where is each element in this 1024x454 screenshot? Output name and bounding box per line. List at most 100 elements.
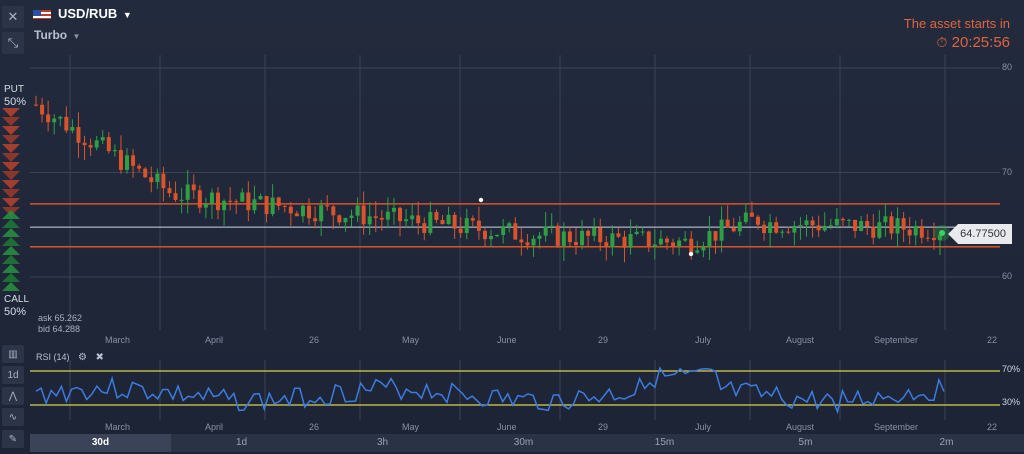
candle-body	[749, 212, 754, 217]
candle-body	[179, 199, 184, 201]
candle-body	[834, 218, 839, 226]
pencil-tool[interactable]: ✎	[2, 430, 24, 448]
candle-body	[743, 212, 748, 222]
period-label: 1d	[7, 369, 19, 381]
period-tool[interactable]: 1d	[2, 366, 24, 384]
candle-body	[458, 228, 463, 233]
call-label: CALL	[4, 294, 30, 305]
timeframe-30m[interactable]: 30m	[453, 434, 594, 452]
candle-body	[270, 197, 275, 214]
candle-body	[391, 207, 396, 212]
candle-body	[112, 149, 117, 152]
candle-body	[155, 173, 160, 183]
candle-body	[592, 227, 597, 236]
close-button[interactable]: ✕	[2, 6, 24, 28]
rsi-x-tick: April	[205, 422, 224, 432]
candle-body	[313, 218, 318, 222]
call-sentiment-mark	[2, 237, 20, 246]
candle-body	[671, 242, 676, 247]
candle-body	[931, 237, 936, 241]
asset-selector[interactable]: USD/RUB ▼	[58, 6, 132, 21]
candle-body	[288, 206, 293, 214]
candle-body	[919, 226, 924, 238]
put-label: PUT	[4, 84, 24, 95]
candle-body	[82, 142, 87, 146]
candle-body	[46, 114, 51, 123]
candle-body	[762, 224, 767, 234]
candle-body	[428, 212, 433, 233]
candle-body	[495, 234, 500, 237]
candle-body	[513, 223, 518, 240]
candle-body	[373, 216, 378, 218]
gear-icon[interactable]: ⚙	[78, 352, 87, 363]
ask-price: ask 65.262	[38, 313, 83, 323]
candle-body	[731, 227, 736, 232]
candle-body	[209, 192, 214, 204]
candle-body	[343, 217, 348, 223]
candle-body	[161, 173, 166, 189]
candle-body	[525, 242, 530, 246]
timer-value: 20:25:56	[951, 34, 1010, 51]
timeframe-5m[interactable]: 5m	[735, 434, 876, 452]
candle-body	[125, 155, 130, 170]
candle-body	[683, 238, 688, 241]
candle-body	[901, 218, 906, 230]
timeframe-1d[interactable]: 1d	[171, 434, 312, 452]
asset-label: USD/RUB	[58, 6, 118, 21]
candle-body	[76, 127, 81, 143]
candle-body	[58, 116, 63, 119]
x-tick-label: July	[695, 335, 712, 345]
chevron-down-icon: ▼	[72, 32, 81, 41]
candle-body	[319, 205, 324, 222]
candle-body	[877, 222, 882, 238]
put-sentiment-mark	[2, 198, 20, 207]
bid-price: bid 64.288	[38, 324, 81, 334]
candle-body	[598, 227, 603, 243]
pencil-icon: ✎	[8, 433, 18, 445]
candle-body	[701, 246, 706, 251]
candle-body	[719, 219, 724, 241]
timeframe-2m[interactable]: 2m	[876, 434, 1017, 452]
x-tick-label: 26	[309, 335, 320, 345]
candle-body	[361, 205, 366, 225]
x-tick-label: March	[105, 335, 131, 345]
put-sentiment-mark	[2, 171, 20, 180]
collapse-button[interactable]: ⤡	[2, 32, 24, 54]
candle-body	[94, 140, 99, 148]
timeframe-3h[interactable]: 3h	[312, 434, 453, 452]
candle-body	[52, 118, 57, 123]
put-sentiment-mark	[2, 144, 20, 153]
rsi-x-tick: September	[874, 422, 919, 432]
timeframe-30d[interactable]: 30d	[30, 434, 171, 452]
candle-body	[689, 238, 694, 253]
candle-body	[561, 231, 566, 246]
indicator-icon: ⋀	[8, 390, 18, 402]
candle-body	[580, 230, 585, 246]
timeframe-15m[interactable]: 15m	[594, 434, 735, 452]
candle-body	[567, 231, 572, 243]
mode-selector[interactable]: Turbo ▼	[34, 28, 80, 42]
candle-body	[859, 221, 864, 231]
line-tool[interactable]: ∿	[2, 408, 24, 426]
candle-body	[131, 155, 136, 166]
candle-body	[240, 192, 245, 202]
indicator-tool[interactable]: ⋀	[2, 387, 24, 405]
close-icon[interactable]: ✖	[96, 352, 104, 363]
candle-body	[895, 218, 900, 234]
candle-body	[246, 192, 251, 211]
candle-body	[889, 216, 894, 234]
x-tick-label: May	[402, 335, 420, 345]
candle-body	[543, 226, 548, 236]
candle-body	[507, 223, 512, 227]
put-sentiment-mark	[2, 135, 20, 144]
candle-body	[476, 220, 481, 231]
candle-body	[482, 230, 487, 240]
candle-body	[191, 184, 196, 191]
candle-body	[398, 207, 403, 222]
candle-body	[780, 231, 785, 233]
timeframe-bar: 30d 1d 3h 30m 15m 5m 2m	[30, 434, 1024, 452]
candle-body	[822, 225, 827, 231]
candle-body	[616, 233, 621, 237]
bars-tool[interactable]: ▥	[2, 345, 24, 363]
x-tick-label: 22	[987, 335, 998, 345]
